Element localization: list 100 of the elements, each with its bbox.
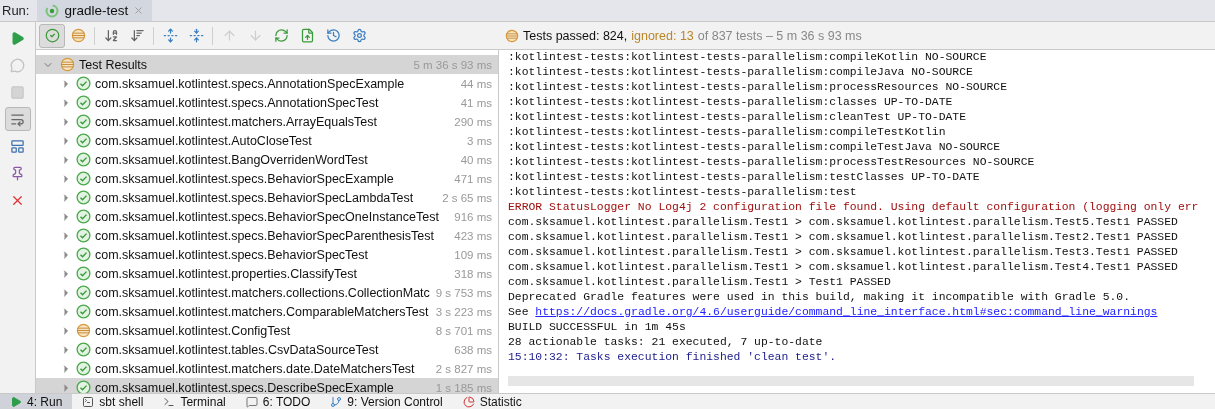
console-line: :kotlintest-tests:kotlintest-tests-parallelism:testClasses UP-TO-DATE — [508, 170, 981, 185]
passed-icon — [76, 76, 91, 91]
tree-item-label: com.sksamuel.kotlintest.BangOverridenWordTest — [95, 152, 369, 167]
console-line: com.sksamuel.kotlintest.parallelism.Test1 > com.sksamuel.kotlintest.parallelism.Test3.Test1 PASSED — [508, 245, 1179, 260]
expand-icon — [162, 28, 178, 43]
tree-row[interactable]: com.sksamuel.kotlintest.matchers.ComparableMatchersTest 3 s 223 ms — [36, 302, 498, 321]
tree-item-label: com.sksamuel.kotlintest.specs.BehaviorSpecLambdaTest — [95, 190, 415, 205]
console-icon — [82, 395, 95, 408]
duration-text: 916 ms — [453, 210, 493, 223]
console-line: :kotlintest-tests:kotlintest-tests-parallelism:classes UP-TO-DATE — [508, 95, 954, 110]
tool-window-tab[interactable]: 4: Run — [0, 394, 73, 409]
export-icon — [299, 28, 315, 43]
ignored-count-text: ignored: 13 — [631, 28, 694, 43]
wrap-text-icon — [10, 111, 25, 127]
tree-item-label: com.sksamuel.kotlintest.specs.BehaviorSpecParenthesisTest — [95, 228, 436, 243]
tree-row[interactable]: com.sksamuel.kotlintest.matchers.date.DateMatchersTest 2 s 827 ms — [36, 359, 498, 378]
run-tab[interactable]: gradle-test — [37, 0, 153, 21]
ignored-icon — [70, 28, 86, 43]
duration-text: 471 ms — [453, 172, 493, 185]
toolbar-button[interactable] — [39, 23, 65, 48]
run-icon — [10, 30, 25, 46]
docs-link[interactable]: https://docs.gradle.org/4.6/userguide/command_line_interface.html#sec:command_line_warnings — [535, 306, 1158, 318]
tree-row[interactable]: com.sksamuel.kotlintest.matchers.ArrayEqualsTest 290 ms — [36, 112, 498, 131]
tree-row[interactable]: com.sksamuel.kotlintest.specs.AnnotationSpecExample 44 ms — [36, 74, 498, 93]
tool-window-tab[interactable]: sbt shell — [72, 394, 154, 409]
run-label: Run: — [1, 2, 31, 20]
tree-row[interactable]: com.sksamuel.kotlintest.specs.BehaviorSpecOneInstanceTest 916 ms — [36, 207, 498, 226]
layout-icon — [10, 138, 25, 154]
settings-icon — [351, 28, 367, 43]
duration-text: 2 s 827 ms — [434, 362, 493, 375]
passed-icon — [76, 133, 91, 148]
run-icon — [10, 395, 22, 408]
passed-icon — [76, 361, 91, 376]
tool-window-tab[interactable]: Statistic — [452, 394, 532, 409]
pie-chart-icon — [462, 395, 475, 408]
tree-row[interactable]: com.sksamuel.kotlintest.matchers.collections.CollectionMatc 9 s 753 ms — [36, 283, 498, 302]
tree-item-label: com.sksamuel.kotlintest.matchers.date.DateMatchersTest — [95, 361, 416, 376]
console-line: :kotlintest-tests:kotlintest-tests-parallelism:processTestResources NO-SOURCE — [508, 155, 1036, 170]
tree-row[interactable]: com.sksamuel.kotlintest.tables.CsvDataSourceTest 638 ms — [36, 340, 498, 359]
tree-row[interactable]: com.sksamuel.kotlintest.specs.BehaviorSpecLambdaTest 2 s 65 ms — [36, 188, 498, 207]
duration-text: 8 s 701 ms — [434, 324, 493, 337]
tree-row[interactable]: com.sksamuel.kotlintest.BangOverridenWordTest 40 ms — [36, 150, 498, 169]
sort-duration-icon — [129, 28, 145, 43]
passed-icon — [76, 95, 91, 110]
tree-item-label: com.sksamuel.kotlintest.specs.BehaviorSpecOneInstanceTest — [95, 209, 440, 224]
speech-bubble-icon — [245, 395, 258, 408]
tree-item-label: com.sksamuel.kotlintest.specs.AnnotationSpecExample — [95, 76, 406, 91]
passed-icon — [76, 285, 91, 300]
tree-row[interactable]: com.sksamuel.kotlintest.specs.BehaviorSpecParenthesisTest 423 ms — [36, 226, 498, 245]
console-line: :kotlintest-tests:kotlintest-tests-parallelism:processResources NO-SOURCE — [508, 80, 1008, 95]
console-line: com.sksamuel.kotlintest.parallelism.Test1 > com.sksamuel.kotlintest.parallelism.Test4.Test1 PASSED — [508, 260, 1179, 275]
toolbar-button[interactable] — [4, 107, 31, 131]
ignored-icon — [76, 323, 91, 338]
console-line: com.sksamuel.kotlintest.parallelism.Test1 > Test1 PASSED — [508, 275, 892, 290]
duration-text: 638 ms — [453, 343, 493, 356]
console-line: :kotlintest-tests:kotlintest-tests-parallelism:cleanTest UP-TO-DATE — [508, 110, 967, 125]
tree-item-label: com.sksamuel.kotlintest.tables.CsvDataSourceTest — [95, 342, 380, 357]
check-circle-icon — [44, 28, 60, 43]
console-line: :kotlintest-tests:kotlintest-tests-parallelism:compileJava NO-SOURCE — [508, 65, 974, 80]
console-line: Deprecated Gradle features were used in this build, making it incompatible with Gradle 5.0. — [508, 290, 1132, 305]
tree-item-label: com.sksamuel.kotlintest.matchers.ComparableMatchersTest — [95, 304, 430, 319]
tree-row[interactable]: com.sksamuel.kotlintest.specs.AnnotationSpecTest 41 ms — [36, 93, 498, 112]
console-line: 28 actionable tasks: 21 executed, 7 up-to-date — [508, 335, 824, 350]
tree-item-label: com.sksamuel.kotlintest.properties.ClassifyTest — [95, 266, 358, 281]
horizontal-scrollbar[interactable] — [508, 376, 1194, 386]
duration-text: 2 s 65 ms — [441, 191, 493, 204]
passed-icon — [76, 342, 91, 357]
close-icon[interactable] — [133, 5, 145, 16]
pin-icon — [10, 165, 25, 181]
tool-window-tab[interactable]: 6: TODO — [235, 394, 321, 409]
tree-row[interactable]: com.sksamuel.kotlintest.specs.BehaviorSpecTest 109 ms — [36, 245, 498, 264]
tree-item-label: com.sksamuel.kotlintest.specs.BehaviorSpecExample — [95, 171, 395, 186]
duration-text: 44 ms — [459, 77, 493, 90]
tests-summary-text: of 837 tests – 5 m 36 s 93 ms — [697, 28, 862, 43]
console-line: :kotlintest-tests:kotlintest-tests-parallelism:test — [508, 185, 858, 200]
branch-icon — [330, 395, 343, 408]
stop-icon — [10, 84, 25, 100]
duration-text: 423 ms — [453, 229, 493, 242]
passed-icon — [76, 114, 91, 129]
duration-text: 40 ms — [459, 153, 493, 166]
tool-window-tab[interactable]: 9: Version Control — [320, 394, 453, 409]
passed-icon — [76, 152, 91, 167]
tree-row[interactable]: com.sksamuel.kotlintest.properties.ClassifyTest 318 ms — [36, 264, 498, 283]
tree-row[interactable]: com.sksamuel.kotlintest.specs.BehaviorSpecExample 471 ms — [36, 169, 498, 188]
tree-item-label: com.sksamuel.kotlintest.specs.BehaviorSpecTest — [95, 247, 370, 262]
console-line: :kotlintest-tests:kotlintest-tests-parallelism:compileTestKotlin — [508, 125, 947, 140]
passed-icon — [76, 228, 91, 243]
tool-window-tab[interactable]: Terminal — [153, 394, 236, 409]
duration-text: 9 s 753 ms — [434, 286, 493, 299]
console-line: See — [508, 306, 529, 318]
tree-row[interactable]: com.sksamuel.kotlintest.ConfigTest 8 s 701 ms — [36, 321, 498, 340]
passed-icon — [76, 247, 91, 262]
sort-alpha-icon — [103, 28, 119, 43]
duration-text: 3 s 223 ms — [434, 305, 493, 318]
duration-text: 41 ms — [459, 96, 493, 109]
tree-row[interactable]: com.sksamuel.kotlintest.AutoCloseTest 3 ms — [36, 131, 498, 150]
console-line: com.sksamuel.kotlintest.parallelism.Test1 > com.sksamuel.kotlintest.parallelism.Test2.Test1 PASSED — [508, 230, 1179, 245]
up-arrow-icon — [221, 28, 237, 43]
gradle-icon — [45, 3, 60, 18]
passed-icon — [76, 380, 91, 393]
